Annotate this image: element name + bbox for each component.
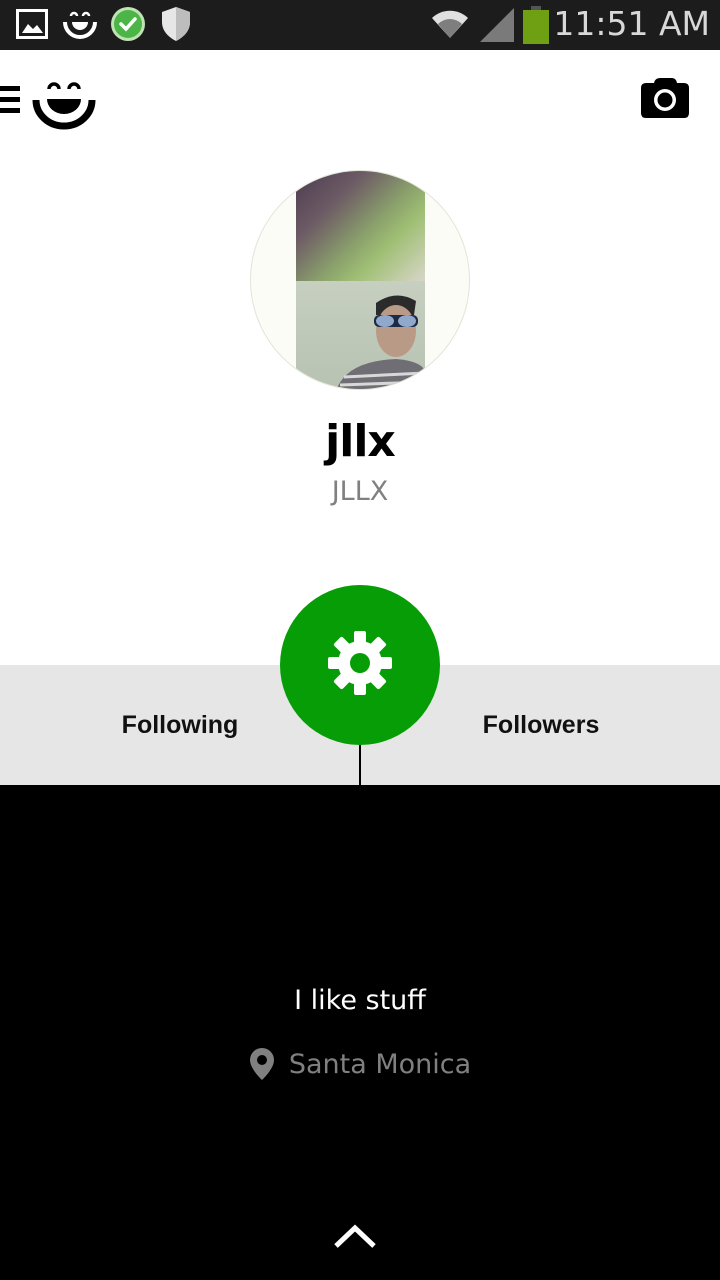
status-bar: 11:51 AM: [0, 0, 720, 50]
avatar-photo-top: [296, 171, 425, 281]
bio-panel: I like stuff Santa Monica: [0, 785, 720, 1280]
location-pin-icon: [249, 1047, 275, 1081]
settings-button[interactable]: [280, 585, 440, 745]
divider-line: [359, 745, 361, 785]
hamburger-menu-icon[interactable]: [0, 86, 22, 119]
shield-icon: [160, 6, 192, 47]
chevron-up-icon[interactable]: [330, 1222, 380, 1257]
gear-icon: [327, 630, 393, 701]
signal-icon: [480, 8, 516, 47]
gallery-icon: [16, 9, 48, 44]
smiley-app-icon: [62, 8, 98, 45]
location: Santa Monica: [0, 1047, 720, 1081]
check-circle-icon: [110, 6, 146, 47]
location-text: Santa Monica: [288, 1048, 472, 1080]
app-bar: [0, 50, 720, 160]
status-clock: 11:51 AM: [553, 4, 710, 43]
camera-icon[interactable]: [640, 77, 690, 124]
display-name: JLLX: [331, 476, 389, 507]
avatar[interactable]: [250, 170, 470, 390]
avatar-photo-bottom: [296, 281, 426, 389]
battery-icon: [523, 6, 549, 49]
smiley-logo-icon[interactable]: [32, 76, 96, 135]
bio-text: I like stuff: [294, 985, 426, 1016]
wifi-icon: [430, 8, 470, 45]
username: jllx: [325, 416, 396, 467]
